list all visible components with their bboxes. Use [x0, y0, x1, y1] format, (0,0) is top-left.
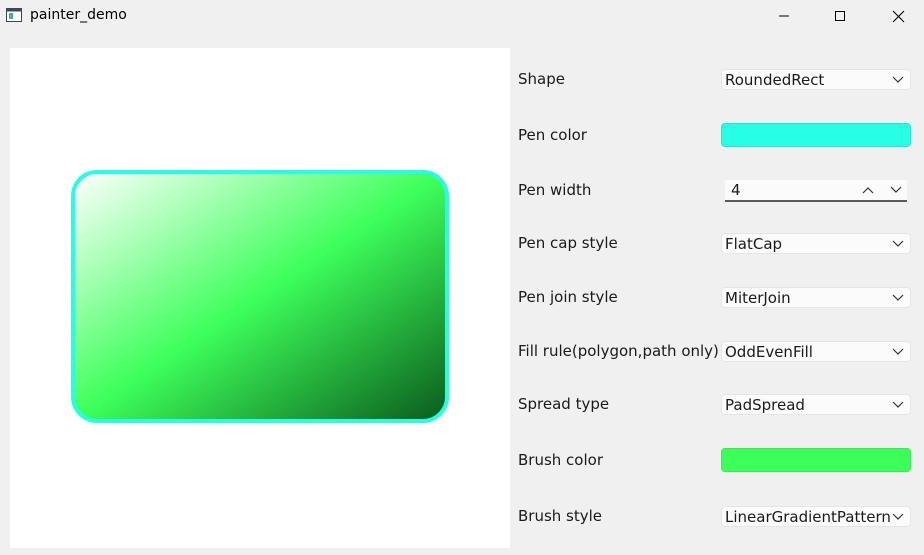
close-button[interactable]	[875, 0, 921, 32]
window-app-icon	[6, 8, 22, 22]
pen-cap-style-label: Pen cap style	[518, 234, 618, 252]
shape-combobox[interactable]: RoundedRect	[721, 69, 911, 90]
brush-color-label: Brush color	[518, 451, 603, 469]
chevron-down-icon	[892, 348, 904, 355]
chevron-down-icon	[892, 513, 904, 520]
pen-width-spinbox[interactable]: 4	[725, 180, 907, 202]
pen-cap-style-combobox[interactable]: FlatCap	[721, 233, 911, 254]
rounded-rect-shape	[71, 170, 449, 423]
window-title: painter_demo	[30, 7, 127, 23]
spread-type-label: Spread type	[518, 395, 610, 413]
fill-rule-value: OddEvenFill	[725, 343, 813, 361]
pen-cap-style-value: FlatCap	[725, 235, 783, 253]
pen-width-value: 4	[731, 181, 741, 199]
spin-up-button[interactable]	[859, 184, 877, 196]
maximize-button[interactable]	[817, 0, 863, 32]
chevron-down-icon	[892, 401, 904, 408]
chevron-down-icon	[892, 294, 904, 301]
chevron-down-icon	[892, 240, 904, 247]
title-bar: painter_demo	[0, 0, 924, 32]
spread-type-combobox[interactable]: PadSpread	[721, 394, 911, 415]
brush-style-value: LinearGradientPattern	[725, 508, 891, 526]
chevron-up-icon	[862, 187, 874, 194]
shape-label: Shape	[518, 70, 565, 88]
fill-rule-label: Fill rule(polygon,path only)	[518, 342, 719, 360]
fill-rule-combobox[interactable]: OddEvenFill	[721, 341, 911, 362]
minimize-icon	[779, 15, 789, 17]
close-icon	[892, 10, 904, 22]
brush-style-label: Brush style	[518, 507, 603, 525]
pen-join-style-value: MiterJoin	[725, 289, 791, 307]
spread-type-value: PadSpread	[725, 396, 805, 414]
chevron-down-icon	[890, 186, 902, 193]
render-area	[10, 48, 510, 548]
pen-color-label: Pen color	[518, 126, 587, 144]
maximize-icon	[835, 11, 845, 21]
brush-style-combobox[interactable]: LinearGradientPattern	[721, 506, 911, 527]
pen-width-label: Pen width	[518, 181, 592, 199]
spin-down-button[interactable]	[887, 184, 905, 196]
brush-color-button[interactable]	[721, 448, 911, 472]
minimize-button[interactable]	[761, 0, 807, 32]
shape-value: RoundedRect	[725, 71, 825, 89]
chevron-down-icon	[892, 76, 904, 83]
pen-join-style-combobox[interactable]: MiterJoin	[721, 287, 911, 308]
pen-color-button[interactable]	[721, 123, 911, 147]
pen-join-style-label: Pen join style	[518, 288, 618, 306]
